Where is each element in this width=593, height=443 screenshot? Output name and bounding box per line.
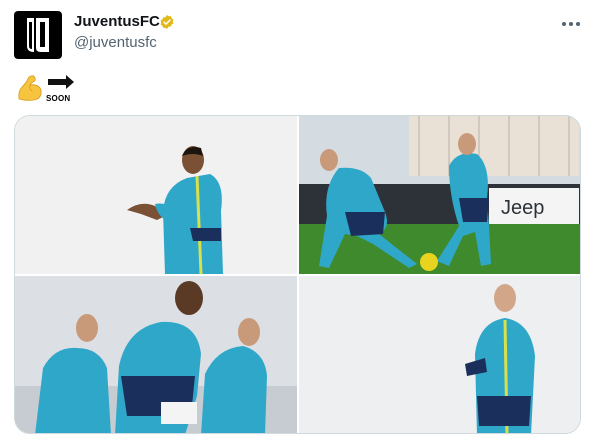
media-grid: Jeep — [14, 115, 581, 434]
user-handle[interactable]: @juventusfc — [74, 34, 157, 51]
more-options-button[interactable] — [559, 14, 583, 34]
display-name[interactable]: JuventusFC — [74, 13, 160, 30]
players-running-image — [15, 276, 297, 433]
verified-badge-icon — [160, 15, 174, 29]
player-standing-image — [299, 276, 580, 433]
dot-icon — [576, 22, 580, 26]
players-ball-drill-image: Jeep — [299, 116, 580, 274]
soon-label: SOON — [46, 94, 71, 103]
player-clapping-image — [15, 116, 297, 274]
dot-icon — [569, 22, 573, 26]
dot-icon — [562, 22, 566, 26]
media-photo-4[interactable] — [299, 276, 580, 433]
media-photo-3[interactable] — [15, 276, 297, 433]
flexed-biceps-emoji-icon — [18, 75, 42, 101]
media-photo-1[interactable] — [15, 116, 297, 274]
media-photo-2[interactable]: Jeep — [299, 116, 580, 274]
juventus-logo-icon — [23, 16, 53, 54]
avatar[interactable] — [14, 11, 62, 59]
svg-text:Jeep: Jeep — [501, 197, 544, 219]
